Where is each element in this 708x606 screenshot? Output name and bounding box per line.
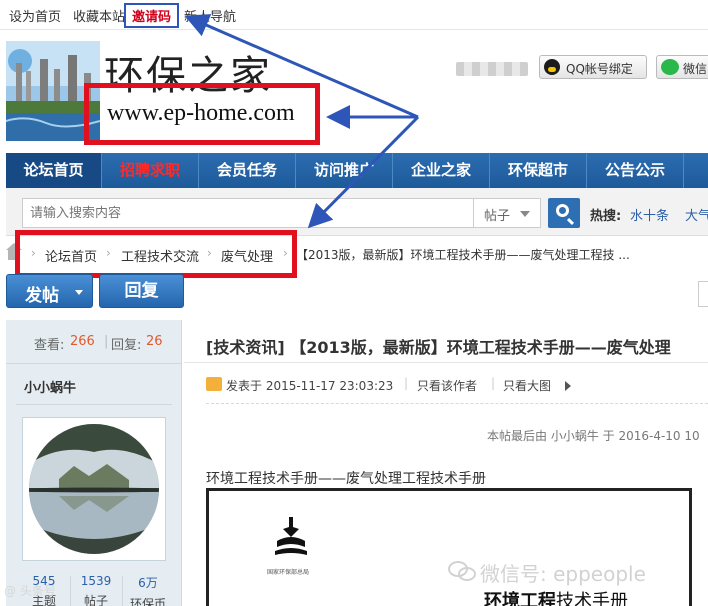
top-links-bar: 设为首页 收藏本站 邀请码 新人导航	[0, 0, 708, 30]
qq-bind-label: QQ帐号绑定	[566, 62, 633, 76]
breadcrumb-waste-gas[interactable]: 废气处理	[221, 246, 273, 265]
replies-count: 26	[146, 334, 163, 349]
meta-separator: |	[404, 376, 409, 390]
post-body-text: 环境工程技术手册——废气处理工程技术手册	[206, 471, 486, 487]
nav-jobs[interactable]: 招聘求职	[102, 153, 199, 188]
breadcrumb-forum-home[interactable]: 论坛首页	[45, 246, 97, 265]
reply-button[interactable]: 回复	[99, 274, 184, 308]
new-post-label: 发帖	[25, 286, 59, 306]
breadcrumb-current: 【2013版，最新版】环境工程技术手册——废气处理工程技 ...	[296, 248, 630, 262]
wechat-button[interactable]: 微信	[656, 55, 708, 79]
nav-forum-home[interactable]: 论坛首页	[6, 153, 102, 188]
only-image-link[interactable]: 只看大图	[503, 377, 551, 394]
nav-enterprise[interactable]: 企业之家	[393, 153, 490, 188]
wechat-watermark: 微信号: eppeople	[480, 562, 646, 586]
author-coins-stat[interactable]: 6万 环保币	[122, 574, 174, 606]
nav-announcements[interactable]: 公告公示	[587, 153, 684, 188]
hot-search-item[interactable]: 大气十	[685, 205, 708, 224]
main-nav: 论坛首页 招聘求职 会员任务 访问推广 企业之家 环保超市 公告公示	[6, 153, 708, 188]
hot-search-label: 热搜:	[590, 209, 622, 224]
search-icon	[556, 204, 569, 217]
posts-label: 帖子	[83, 594, 108, 606]
stats-separator: |	[104, 334, 109, 349]
book-title-rest: 技术手册	[556, 591, 628, 606]
breadcrumb-separator: ›	[31, 246, 36, 260]
wechat-label: 微信	[683, 62, 708, 76]
wechat-watermark-icon	[448, 561, 476, 581]
wechat-icon	[661, 59, 679, 75]
breadcrumb-separator: ›	[283, 246, 288, 260]
views-count: 266	[70, 334, 95, 349]
blurred-username	[456, 62, 528, 76]
hot-search-item[interactable]: 水十条	[630, 205, 669, 224]
breadcrumb-engineering[interactable]: 工程技术交流	[121, 246, 199, 265]
publisher-caption: 国家环保部总局	[267, 569, 310, 576]
book-title: 环境工程技术手册	[484, 587, 628, 606]
search-scope-select[interactable]: 帖子	[474, 198, 541, 228]
author-online-icon	[206, 377, 222, 391]
search-bar: 帖子 热搜: 水十条 大气十	[6, 188, 708, 236]
page-input[interactable]	[698, 281, 708, 307]
breadcrumb-separator: ›	[106, 246, 111, 260]
new-post-button[interactable]: 发帖	[6, 274, 93, 308]
search-button[interactable]	[548, 198, 580, 228]
post-title: [技术资讯] 【2013版，最新版】环境工程技术手册——废气处理	[206, 338, 671, 357]
publisher-emblem-icon	[275, 517, 307, 555]
divider	[184, 362, 708, 363]
thread-stats: 查看: 266 | 回复: 26	[6, 320, 182, 364]
author-posts-stat[interactable]: 1539 帖子	[70, 574, 122, 606]
corner-watermark: @ 头条号	[4, 584, 56, 598]
replies-label: 回复:	[111, 338, 142, 353]
nav-member-tasks[interactable]: 会员任务	[199, 153, 296, 188]
views-label: 查看:	[34, 338, 65, 353]
divider	[16, 404, 172, 405]
chevron-down-icon	[520, 211, 530, 217]
posts-count: 1539	[80, 574, 112, 588]
arrow-right-icon[interactable]	[565, 381, 571, 391]
coins-count: 6万	[138, 576, 158, 590]
avatar-image	[29, 424, 159, 554]
book-cover-image[interactable]: 国家环保部总局 环境工程技术手册	[206, 488, 692, 606]
only-author-link[interactable]: 只看该作者	[417, 377, 477, 394]
meta-separator: |	[491, 376, 496, 390]
qq-icon	[544, 59, 560, 75]
author-name[interactable]: 小小蜗牛	[24, 377, 76, 396]
avatar[interactable]	[22, 417, 166, 561]
search-scope-label: 帖子	[484, 209, 511, 224]
invite-code-link[interactable]: 邀请码	[124, 3, 180, 28]
last-edit-note: 本帖最后由 小小蜗牛 于 2016-4-10 10	[487, 429, 700, 443]
post-date: 发表于 2015-11-17 23:03:23	[226, 379, 394, 393]
book-title-bold: 环境工程	[484, 591, 556, 606]
nav-promotion[interactable]: 访问推广	[296, 153, 393, 188]
qq-bind-button[interactable]: QQ帐号绑定	[539, 55, 647, 79]
author-panel: 查看: 266 | 回复: 26 小小蜗牛 545 主题 1539 帖子 6万 …	[6, 320, 182, 606]
chevron-down-icon	[75, 290, 83, 295]
url-annotation-box: www.ep-home.com	[84, 83, 320, 145]
breadcrumb-separator: ›	[207, 246, 212, 260]
site-header: 环保之家 www.ep-home.com QQ帐号绑定 微信	[0, 31, 708, 153]
site-url: www.ep-home.com	[107, 100, 295, 126]
divider	[206, 403, 708, 404]
new-user-nav-link[interactable]: 新人导航	[184, 6, 236, 25]
bookmark-link[interactable]: 收藏本站	[73, 6, 125, 25]
nav-market[interactable]: 环保超市	[490, 153, 587, 188]
search-input[interactable]	[22, 198, 474, 228]
set-home-link[interactable]: 设为首页	[9, 6, 61, 25]
coins-label: 环保币	[129, 597, 166, 606]
